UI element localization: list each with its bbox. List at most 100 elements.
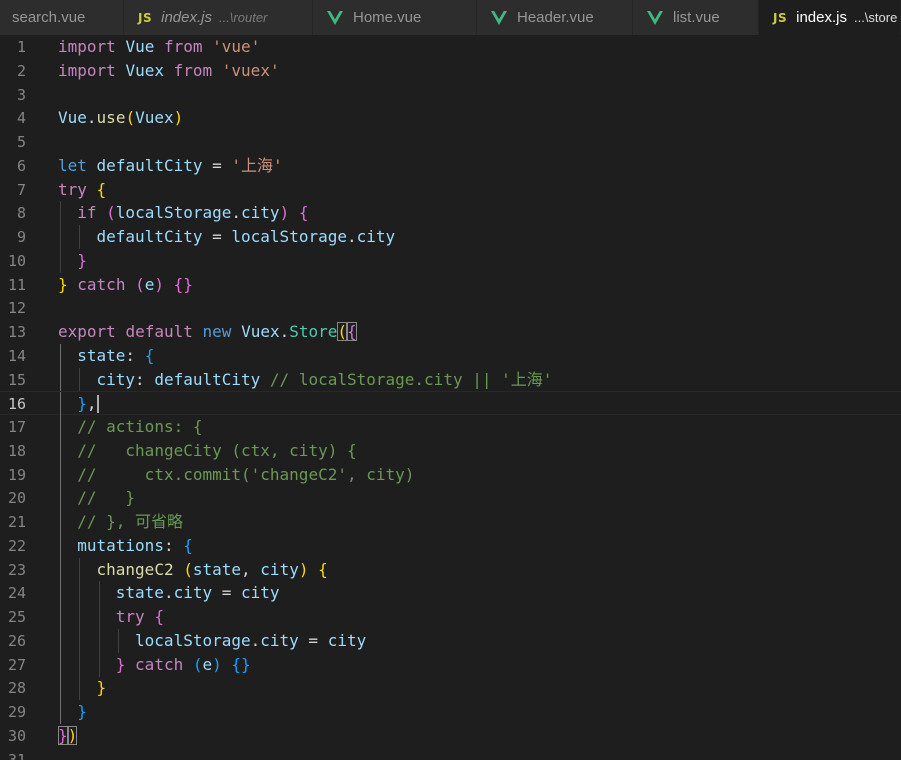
code-token: } — [77, 702, 87, 721]
indent-guide — [60, 628, 61, 653]
tab-Home-vue[interactable]: Home.vue — [313, 0, 477, 35]
line-number: 11 — [7, 275, 26, 294]
code-editor[interactable]: 1 import Vue from 'vue' 2 import Vuex from … — [0, 35, 901, 760]
indent-guide — [117, 628, 119, 653]
indent-guide — [79, 581, 81, 606]
tab-index-js-router[interactable]: JS index.js ...\router — [124, 0, 313, 35]
line-number: 2 — [16, 61, 26, 80]
code-line[interactable]: 19 // ctx.commit('changeC2', city) — [0, 462, 901, 487]
code-line[interactable]: 12 — [0, 296, 901, 320]
line-number: 19 — [7, 465, 26, 484]
code-token: { — [347, 322, 357, 341]
code-line[interactable]: 26 localStorage.city = city — [0, 628, 901, 653]
code-text: try { — [116, 605, 164, 629]
code-line[interactable]: 27} catch (e) {} — [0, 652, 901, 677]
tab-Header-vue[interactable]: Header.vue — [477, 0, 633, 35]
code-line[interactable]: 9 defaultCity = localStorage.city — [0, 225, 901, 249]
tab-index-js-store[interactable]: JS index.js ...\store — [759, 0, 901, 35]
indent-guide — [98, 605, 100, 629]
code-line[interactable]: 5 — [0, 130, 901, 154]
code-line[interactable]: 21 // }, 可省略 — [0, 510, 901, 534]
code-token: localStorage — [115, 203, 232, 223]
code-token: defaultCity — [96, 155, 203, 175]
code-line[interactable]: 7 try { — [0, 178, 901, 202]
code-token: ( — [135, 274, 145, 294]
code-token: { — [154, 607, 164, 626]
code-line[interactable]: 6 let defaultCity = '上海' — [0, 154, 901, 178]
code-token: { — [318, 559, 328, 579]
code-token: mutations — [77, 535, 164, 555]
code-line[interactable]: 24 state.city = city — [0, 581, 901, 606]
code-text: try { — [58, 178, 106, 202]
code-token: // }, 可省略 — [77, 512, 184, 531]
tab-label: Home.vue — [353, 9, 422, 26]
code-text: // ctx.commit('changeC2', city) — [77, 463, 414, 487]
code-token: = — [212, 583, 242, 603]
indent-guide — [60, 652, 61, 677]
code-text: // changeCity (ctx, city) { — [77, 439, 356, 463]
code-token: . — [163, 583, 174, 603]
code-line[interactable]: 25 try { — [0, 605, 901, 629]
code-line[interactable]: 1 import Vue from 'vue' — [0, 35, 901, 59]
indent-guide — [60, 510, 61, 534]
vue-file-icon — [491, 10, 507, 25]
tab-list-vue[interactable]: list.vue — [633, 0, 759, 35]
indent-guide — [79, 676, 81, 701]
code-line[interactable]: 2 import Vuex from 'vuex' — [0, 59, 901, 83]
code-line[interactable]: 11} catch (e) {} — [0, 273, 901, 297]
line-number: 20 — [7, 489, 26, 508]
code-line[interactable]: 16}, — [0, 391, 901, 417]
code-line[interactable]: 17 // actions: { — [0, 415, 901, 439]
code-token: 'vue' — [212, 37, 261, 56]
code-token: = — [298, 630, 328, 650]
indent-guide — [79, 367, 81, 392]
tab-label: search.vue — [12, 9, 86, 26]
code-token: ( — [337, 322, 348, 341]
code-token: . — [346, 227, 357, 246]
code-token: ( — [106, 203, 116, 223]
code-token: {} — [173, 274, 193, 294]
code-token: { — [96, 179, 107, 199]
vue-file-icon — [327, 10, 343, 25]
vue-file-icon — [647, 10, 663, 25]
code-line[interactable]: 28} — [0, 676, 901, 701]
code-line[interactable]: 4 Vue.use(Vuex) — [0, 106, 901, 130]
code-line[interactable]: 20 // } — [0, 486, 901, 511]
code-line[interactable]: 29} — [0, 700, 901, 724]
code-token: // } — [77, 488, 136, 508]
indent-guide — [60, 367, 61, 392]
code-token: {} — [231, 654, 251, 674]
code-line[interactable]: 10} — [0, 248, 901, 273]
code-line[interactable]: 3 — [0, 83, 901, 107]
code-line[interactable]: 30}) — [0, 724, 901, 748]
code-line[interactable]: 31 — [0, 748, 901, 760]
code-token: = — [202, 227, 232, 246]
code-line[interactable]: 13 export default new Vuex.Store({ — [0, 320, 901, 344]
indent-guide — [60, 486, 61, 511]
code-line[interactable]: 18 // changeCity (ctx, city) { — [0, 438, 901, 463]
line-number: 18 — [7, 441, 26, 460]
code-token: { — [144, 345, 155, 365]
code-line[interactable]: 23 changeC2 (state, city) { — [0, 557, 901, 582]
indent-guide — [60, 392, 61, 417]
tab-search-vue[interactable]: search.vue — [0, 0, 124, 35]
code-line[interactable]: 22 mutations: { — [0, 533, 901, 558]
code-text: localStorage.city = city — [135, 629, 366, 653]
code-token: defaultCity — [154, 369, 261, 389]
indent-guide — [60, 581, 61, 606]
code-line[interactable]: 14 state: { — [0, 343, 901, 368]
code-line[interactable]: 8 if (localStorage.city) { — [0, 201, 901, 226]
code-token: defaultCity — [96, 227, 203, 246]
code-text: mutations: { — [77, 534, 193, 558]
code-line[interactable]: 15 city: defaultCity // localStorage.city… — [0, 367, 901, 392]
indent-guide — [79, 605, 81, 629]
code-token: export — [58, 322, 116, 341]
